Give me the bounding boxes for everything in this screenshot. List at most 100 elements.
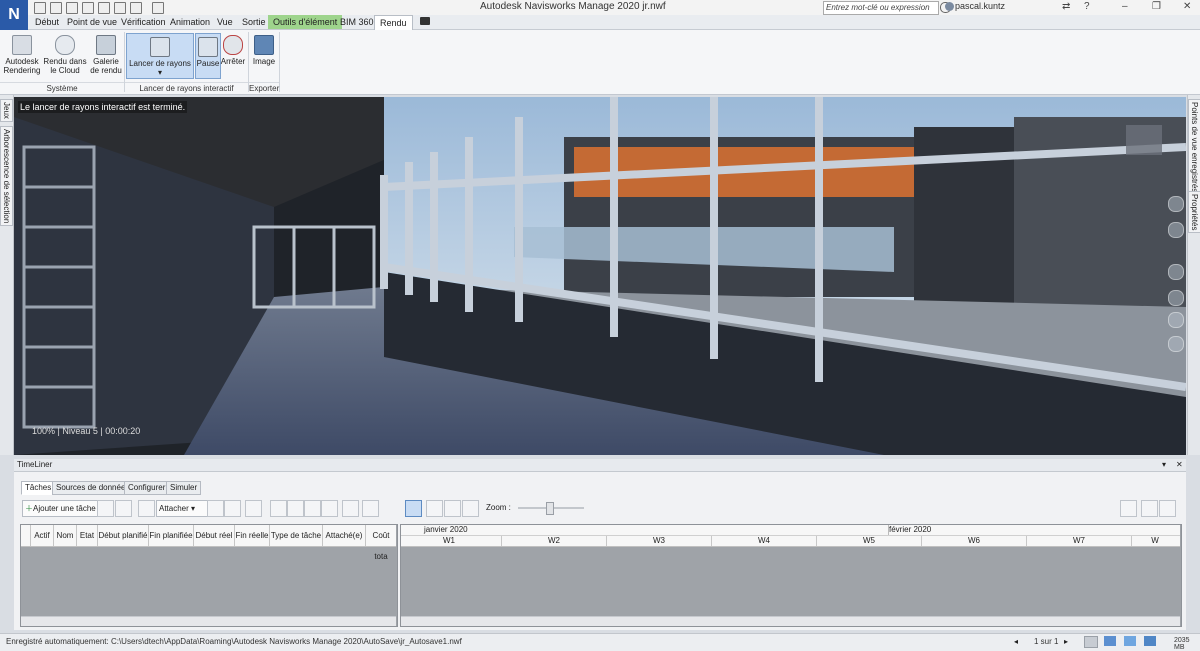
indent-icon[interactable] (304, 500, 321, 517)
week-label: W (1151, 536, 1159, 545)
save-icon[interactable] (66, 2, 78, 14)
tab-sortie[interactable]: Sortie (237, 15, 271, 29)
export-icon[interactable] (1159, 500, 1176, 517)
pin-icon[interactable]: ▾ (1162, 460, 1166, 469)
print-icon[interactable] (98, 2, 110, 14)
column-nom[interactable]: Nom (54, 525, 77, 546)
tab-animation[interactable]: Animation (165, 15, 215, 29)
column-etat[interactable]: Etat (77, 525, 98, 546)
columns-icon[interactable] (362, 500, 379, 517)
pause-button[interactable]: Pause (195, 33, 221, 79)
cloud-render-button[interactable]: Rendu dans le Cloud (43, 35, 87, 75)
undo-icon[interactable] (114, 2, 126, 14)
tab-rendu[interactable]: Rendu (374, 15, 413, 30)
planned-vs-actual-icon[interactable] (462, 500, 479, 517)
attach-button[interactable]: Attacher ▾ (156, 500, 210, 517)
open-icon[interactable] (50, 2, 62, 14)
move-up-icon[interactable] (270, 500, 287, 517)
search-input[interactable]: Entrez mot-clé ou expression (823, 1, 939, 15)
auto-attach-icon[interactable] (207, 500, 224, 517)
month-label: février 2020 (889, 525, 932, 534)
column-type-de-tache[interactable]: Type de tâche (270, 525, 323, 546)
exchange-icon[interactable]: ⇄ (1062, 1, 1070, 12)
actual-view-icon[interactable] (444, 500, 461, 517)
filter-icon[interactable] (1120, 500, 1137, 517)
tab-taches[interactable]: Tâches (21, 481, 56, 495)
sheet-browser-icon[interactable] (1084, 636, 1098, 648)
column-cout-total[interactable]: Coût tota (366, 525, 396, 561)
tab-verification[interactable]: Vérification (116, 15, 171, 29)
column-fin-reelle[interactable]: Fin réelle (235, 525, 270, 546)
render-gallery-button[interactable]: Galerie de rendu (89, 35, 123, 75)
column-fin-planifiee[interactable]: Fin planifiée (149, 525, 194, 546)
redo-icon[interactable] (130, 2, 142, 14)
select-pointer-icon[interactable] (1168, 336, 1184, 352)
gantt-scrollbar[interactable] (401, 616, 1180, 626)
ray-trace-button[interactable]: Lancer de rayons ▾ (126, 33, 194, 79)
image-export-button[interactable]: Image (251, 35, 277, 66)
move-down-icon[interactable] (287, 500, 304, 517)
tab-bim360[interactable]: BIM 360 (335, 15, 379, 29)
cloud-render-icon (55, 35, 75, 55)
steering-wheel-icon[interactable] (1168, 196, 1184, 212)
tab-point-de-vue[interactable]: Point de vue (62, 15, 122, 29)
minimize-button[interactable]: – (1122, 1, 1128, 12)
add-task-button[interactable]: ＋Ajouter une tâche (22, 500, 100, 517)
username[interactable]: pascal.kuntz (955, 1, 1005, 11)
first-page-icon[interactable]: ◂ (1014, 637, 1018, 646)
look-icon[interactable] (1168, 312, 1184, 328)
zoom-slider-thumb[interactable] (546, 502, 554, 515)
column-selector[interactable] (21, 525, 31, 546)
close-button[interactable]: ✕ (1183, 1, 1191, 12)
column-debut-planifie[interactable]: Début planifié (98, 525, 149, 546)
render-teapot-icon (12, 35, 32, 55)
auto-add-tasks-icon[interactable] (115, 500, 132, 517)
panel-toggle-icon[interactable] (420, 17, 430, 25)
side-tab-points-de-vue[interactable]: Points de vue enregistrés (1188, 99, 1200, 196)
column-debut-reel[interactable]: Début réel (194, 525, 235, 546)
clear-attach-icon[interactable] (224, 500, 241, 517)
panel-label-exporter: Exporter (249, 82, 280, 93)
side-tab-jeux[interactable]: Jeux (0, 99, 13, 122)
week-label: W5 (817, 536, 922, 546)
tab-outils-element[interactable]: Outils d'élément (268, 15, 343, 29)
week-label: W4 (712, 536, 817, 546)
column-attache[interactable]: Attaché(e) (323, 525, 366, 546)
column-actif[interactable]: Actif (31, 525, 54, 546)
rendered-scene (14, 97, 1186, 455)
delete-task-icon[interactable] (138, 500, 155, 517)
stop-button[interactable]: Arrêter (220, 35, 246, 66)
new-icon[interactable] (34, 2, 46, 14)
3d-viewport[interactable] (14, 97, 1186, 455)
page-indicator: 1 sur 1 (1034, 637, 1059, 646)
zoom-icon[interactable] (1168, 264, 1184, 280)
next-page-icon[interactable]: ▸ (1064, 637, 1068, 646)
planned-view-icon[interactable] (426, 500, 443, 517)
tab-debut[interactable]: Début (30, 15, 64, 29)
gantt-view-icon[interactable] (405, 500, 422, 517)
import-icon[interactable] (1141, 500, 1158, 517)
comment-icon[interactable] (342, 500, 359, 517)
viewcube-icon[interactable] (1120, 124, 1178, 160)
restore-button[interactable]: ❐ (1152, 1, 1161, 12)
application-menu-button[interactable]: N (0, 0, 28, 30)
task-table-scrollbar[interactable] (21, 616, 396, 626)
orbit-icon[interactable] (1168, 290, 1184, 306)
side-tab-arborescence[interactable]: Arborescence de sélection (0, 126, 13, 227)
side-tab-proprietes[interactable]: Propriétés (1188, 191, 1200, 234)
close-panel-button[interactable]: ✕ (1176, 460, 1183, 469)
tab-simuler[interactable]: Simuler (166, 481, 202, 495)
outdent-icon[interactable] (321, 500, 338, 517)
tab-sources-de-donnees[interactable]: Sources de données (52, 481, 134, 495)
refresh-icon[interactable] (82, 2, 94, 14)
help-icon[interactable]: ? (1084, 1, 1090, 12)
tab-vue[interactable]: Vue (212, 15, 238, 29)
find-items-icon[interactable] (245, 500, 262, 517)
tab-configurer[interactable]: Configurer (124, 481, 170, 495)
pan-icon[interactable] (1168, 222, 1184, 238)
stop-icon (223, 35, 243, 55)
insert-task-icon[interactable] (97, 500, 114, 517)
autodesk-rendering-button[interactable]: Autodesk Rendering (3, 35, 41, 75)
memory-usage: 2035 MB (1174, 637, 1190, 651)
select-icon[interactable] (152, 2, 164, 14)
